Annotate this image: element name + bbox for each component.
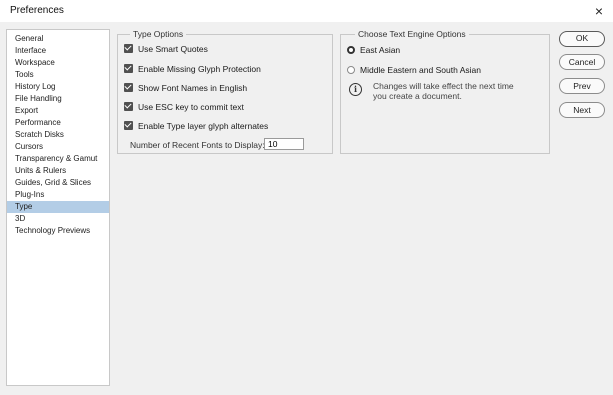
info-icon: i — [349, 83, 362, 96]
middle-eastern-radio[interactable]: Middle Eastern and South Asian — [347, 64, 481, 76]
checkbox-checked-icon — [124, 102, 133, 111]
sidebar-item-general[interactable]: General — [7, 33, 109, 45]
sidebar-item-tools[interactable]: Tools — [7, 69, 109, 81]
sidebar-item-plug-ins[interactable]: Plug-Ins — [7, 189, 109, 201]
checkbox-checked-icon — [124, 44, 133, 53]
sidebar-item-interface[interactable]: Interface — [7, 45, 109, 57]
type-options-title: Type Options — [130, 29, 187, 39]
sidebar-item-performance[interactable]: Performance — [7, 117, 109, 129]
sidebar-item-guides-grid-slices[interactable]: Guides, Grid & Slices — [7, 177, 109, 189]
sidebar-list: General Interface Workspace Tools Histor… — [7, 33, 109, 237]
prev-button[interactable]: Prev — [559, 78, 605, 94]
type-options-group: Type Options Use Smart Quotes Enable Mis… — [117, 29, 333, 154]
east-asian-radio[interactable]: East Asian — [347, 44, 400, 56]
preferences-sidebar: General Interface Workspace Tools Histor… — [6, 29, 110, 386]
font-names-english-checkbox[interactable]: Show Font Names in English — [124, 82, 247, 94]
checkbox-label: Enable Type layer glyph alternates — [138, 121, 269, 131]
sidebar-item-history-log[interactable]: History Log — [7, 81, 109, 93]
sidebar-item-technology-previews[interactable]: Technology Previews — [7, 225, 109, 237]
sidebar-item-export[interactable]: Export — [7, 105, 109, 117]
sidebar-item-scratch-disks[interactable]: Scratch Disks — [7, 129, 109, 141]
note-line-1: Changes will take effect the next time — [373, 81, 514, 91]
checkbox-label: Enable Missing Glyph Protection — [138, 64, 261, 74]
glyph-alternates-checkbox[interactable]: Enable Type layer glyph alternates — [124, 120, 268, 132]
recent-fonts-label: Number of Recent Fonts to Display: — [130, 140, 265, 150]
close-icon[interactable]: × — [591, 3, 607, 19]
radio-label: Middle Eastern and South Asian — [360, 65, 481, 75]
sidebar-item-type[interactable]: Type — [7, 201, 109, 213]
radio-selected-icon — [347, 46, 355, 54]
sidebar-item-units-rulers[interactable]: Units & Rulers — [7, 165, 109, 177]
use-smart-quotes-checkbox[interactable]: Use Smart Quotes — [124, 43, 208, 55]
sidebar-item-transparency-gamut[interactable]: Transparency & Gamut — [7, 153, 109, 165]
sidebar-item-workspace[interactable]: Workspace — [7, 57, 109, 69]
sidebar-item-cursors[interactable]: Cursors — [7, 141, 109, 153]
esc-commit-text-checkbox[interactable]: Use ESC key to commit text — [124, 101, 244, 113]
text-engine-group: Choose Text Engine Options East Asian Mi… — [340, 29, 550, 154]
sidebar-item-file-handling[interactable]: File Handling — [7, 93, 109, 105]
checkbox-label: Show Font Names in English — [138, 83, 248, 93]
missing-glyph-protection-checkbox[interactable]: Enable Missing Glyph Protection — [124, 63, 261, 75]
radio-label: East Asian — [360, 45, 401, 55]
radio-unselected-icon — [347, 66, 355, 74]
sidebar-item-3d[interactable]: 3D — [7, 213, 109, 225]
title-bar: Preferences × — [0, 0, 613, 22]
ok-button[interactable]: OK — [559, 31, 605, 47]
checkbox-checked-icon — [124, 83, 133, 92]
checkbox-checked-icon — [124, 64, 133, 73]
next-button[interactable]: Next — [559, 102, 605, 118]
window-title: Preferences — [10, 5, 64, 16]
checkbox-checked-icon — [124, 121, 133, 130]
engine-change-note: Changes will take effect the next time y… — [373, 81, 514, 101]
recent-fonts-input[interactable] — [264, 138, 304, 150]
cancel-button[interactable]: Cancel — [559, 54, 605, 70]
checkbox-label: Use Smart Quotes — [138, 44, 208, 54]
note-line-2: you create a document. — [373, 91, 462, 101]
text-engine-title: Choose Text Engine Options — [355, 29, 469, 39]
checkbox-label: Use ESC key to commit text — [138, 102, 244, 112]
